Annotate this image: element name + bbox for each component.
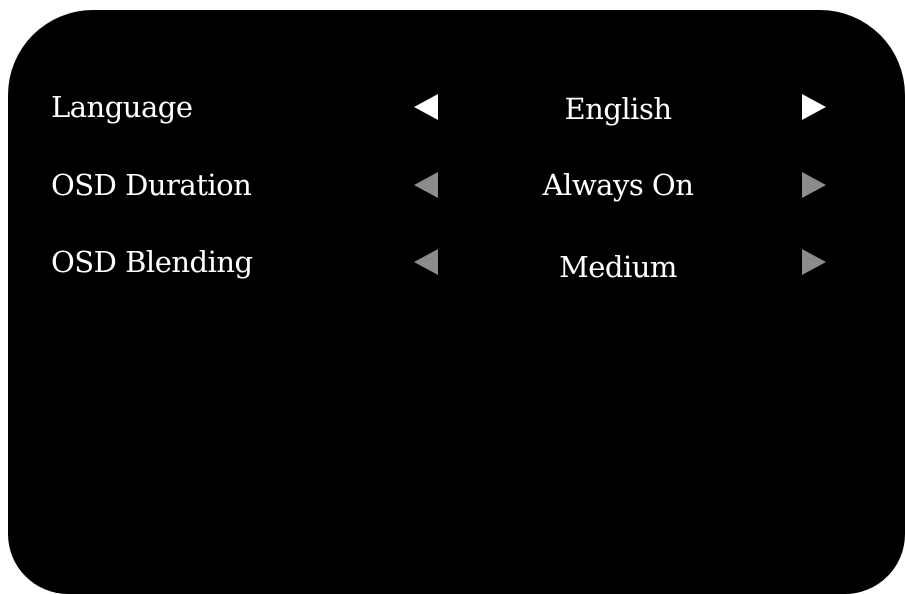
osd-settings-panel: Language English OSD Duration Always On … [8, 10, 905, 594]
osd-duration-value: Always On [542, 168, 694, 202]
osd-blending-prev-arrow-icon[interactable] [406, 237, 446, 287]
language-row[interactable]: Language English [8, 82, 905, 132]
osd-duration-label: OSD Duration [51, 168, 252, 202]
osd-blending-row[interactable]: OSD Blending Medium [8, 237, 905, 287]
language-prev-arrow-icon[interactable] [406, 82, 446, 132]
osd-blending-label: OSD Blending [51, 245, 253, 279]
osd-duration-next-arrow-icon[interactable] [794, 160, 834, 210]
osd-duration-prev-arrow-icon[interactable] [406, 160, 446, 210]
osd-duration-row[interactable]: OSD Duration Always On [8, 160, 905, 210]
language-value: English [564, 92, 672, 126]
language-label: Language [51, 90, 193, 124]
osd-blending-value: Medium [559, 250, 677, 284]
osd-blending-next-arrow-icon[interactable] [794, 237, 834, 287]
language-next-arrow-icon[interactable] [794, 82, 834, 132]
